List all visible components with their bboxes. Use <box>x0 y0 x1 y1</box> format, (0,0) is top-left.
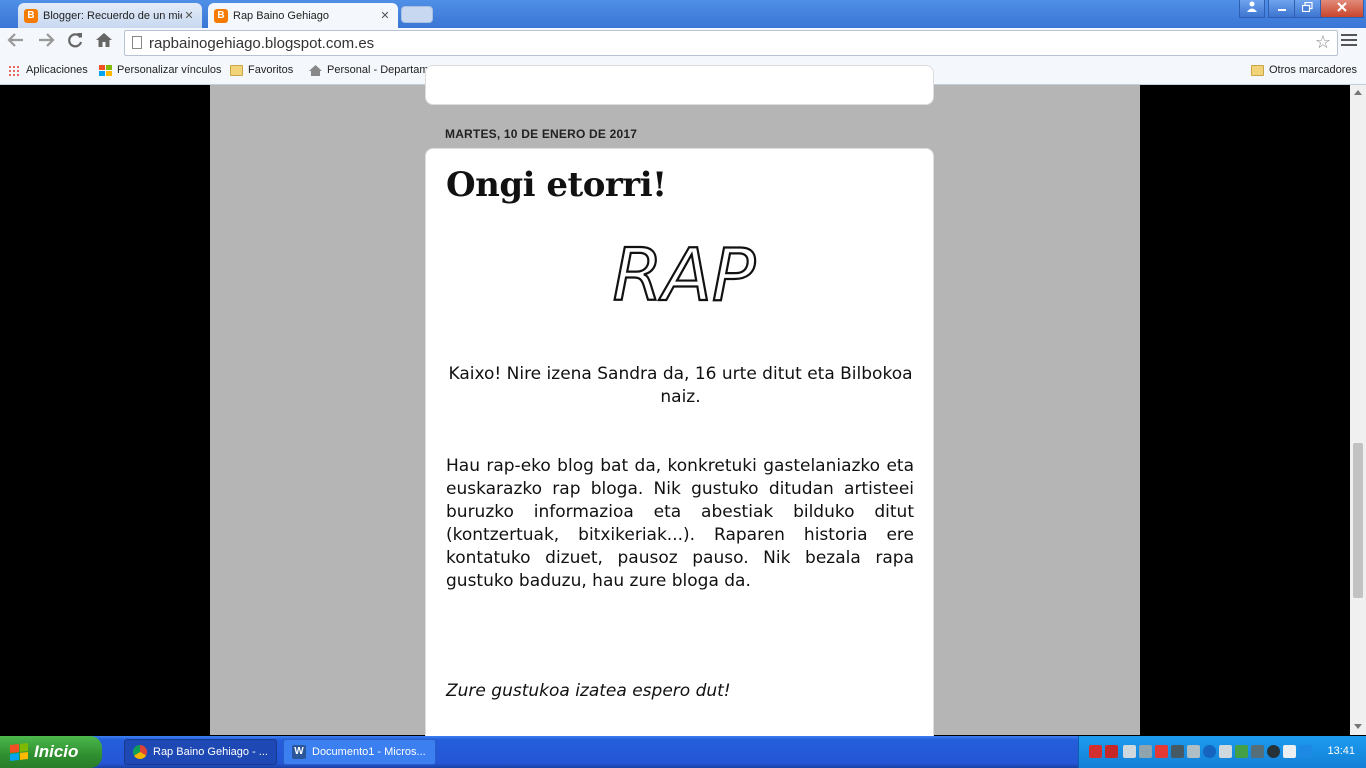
blog-main-column: MARTES, 10 DE ENERO DE 2017 Ongi etorri!… <box>210 65 1140 768</box>
user-icon <box>1247 1 1257 12</box>
reload-icon <box>68 33 83 48</box>
antivirus-icon[interactable] <box>1089 745 1102 758</box>
security-icon[interactable] <box>1155 745 1168 758</box>
bookmark-label: Personalizar vínculos <box>117 64 222 76</box>
close-tab-icon[interactable]: ✕ <box>182 9 196 22</box>
network-icon[interactable] <box>1123 745 1136 758</box>
menu-line <box>1341 44 1357 46</box>
bookmark-personal-departament[interactable]: Personal - Departament <box>309 64 444 76</box>
url-text[interactable]: rapbainogehiago.blogspot.com.es <box>149 35 374 52</box>
scroll-up-arrow-icon[interactable] <box>1354 90 1362 95</box>
rap-handwritten-image: RAP <box>612 232 757 318</box>
minimize-button[interactable] <box>1268 0 1295 18</box>
search-icon[interactable] <box>1187 745 1200 758</box>
arrow-right-icon <box>39 33 55 47</box>
bookmark-otros-marcadores[interactable]: Otros marcadores <box>1251 64 1357 76</box>
post-date-header: MARTES, 10 DE ENERO DE 2017 <box>445 127 638 141</box>
start-label: Inicio <box>34 742 79 761</box>
tab-title: Rap Baino Gehiago <box>233 9 330 22</box>
scroll-down-arrow-icon[interactable] <box>1354 724 1362 729</box>
scrollbar-thumb[interactable] <box>1353 443 1363 598</box>
blogger-icon: B <box>24 8 38 23</box>
browser-titlebar: B Blogger: Recuerdo de un mie ✕ B Rap Ba… <box>0 0 1366 28</box>
messenger-icon[interactable] <box>1299 745 1312 758</box>
windows-icon <box>99 64 112 76</box>
forward-button[interactable] <box>34 31 58 55</box>
home-icon <box>96 33 112 47</box>
blog-post: Ongi etorri! RAP Kaixo! Nire izena Sandr… <box>425 148 934 768</box>
rap-art-text: RAP <box>613 233 756 317</box>
start-button[interactable]: Inicio <box>0 736 102 768</box>
bluetooth-icon[interactable] <box>1203 745 1216 758</box>
taskbar-clock[interactable]: 13:41 <box>1327 745 1355 757</box>
taskbar-item-word[interactable]: W Documento1 - Micros... <box>283 739 436 765</box>
restore-icon <box>1301 1 1313 13</box>
apps-grid-icon <box>8 64 21 76</box>
windows-taskbar: Inicio Rap Baino Gehiago - ... W Documen… <box>0 736 1366 768</box>
ati-icon[interactable] <box>1105 745 1118 758</box>
blogger-icon: B <box>214 8 228 23</box>
post-closing: Zure gustukoa izatea espero dut! <box>446 681 731 701</box>
house-icon <box>309 64 322 76</box>
printer-icon[interactable] <box>1283 745 1296 758</box>
bookmark-star-icon[interactable]: ☆ <box>1315 32 1331 53</box>
ocr-icon[interactable] <box>1251 745 1264 758</box>
taskbar-item-chrome[interactable]: Rap Baino Gehiago - ... <box>124 739 277 765</box>
post-body: Hau rap-eko blog bat da, konkretuki gast… <box>446 456 914 591</box>
tab-blogger[interactable]: B Blogger: Recuerdo de un mie ✕ <box>18 3 202 28</box>
volume-icon[interactable] <box>1139 745 1152 758</box>
address-bar[interactable]: rapbainogehiago.blogspot.com.es ☆ <box>124 30 1338 56</box>
word-icon: W <box>292 745 306 759</box>
tab-title: Blogger: Recuerdo de un mie <box>43 9 182 22</box>
new-tab-button[interactable] <box>401 6 433 23</box>
reload-button[interactable] <box>63 31 87 55</box>
display-icon[interactable] <box>1171 745 1184 758</box>
arrow-left-icon <box>7 33 23 47</box>
user-profile-button[interactable] <box>1239 0 1265 18</box>
previous-post-bottom <box>425 65 934 105</box>
bookmark-personalizar-vinculos[interactable]: Personalizar vínculos <box>99 64 222 76</box>
menu-line <box>1341 39 1357 41</box>
back-button[interactable] <box>4 31 28 55</box>
close-window-button[interactable] <box>1320 0 1364 18</box>
bookmark-aplicaciones[interactable]: Aplicaciones <box>8 64 88 76</box>
minimize-icon <box>1277 9 1286 11</box>
update-icon[interactable] <box>1235 745 1248 758</box>
bookmark-label: Aplicaciones <box>26 64 88 76</box>
system-tray: 13:41 <box>1078 736 1366 768</box>
post-intro: Kaixo! Nire izena Sandra da, 16 urte dit… <box>448 364 913 407</box>
close-tab-icon[interactable]: ✕ <box>378 9 392 22</box>
chrome-icon <box>133 745 147 759</box>
close-icon <box>1337 2 1347 12</box>
task-label: Documento1 - Micros... <box>312 746 426 758</box>
menu-line <box>1341 34 1357 36</box>
bookmark-label: Favoritos <box>248 64 294 76</box>
globe-icon[interactable] <box>1267 745 1280 758</box>
post-title[interactable]: Ongi etorri! <box>446 165 667 205</box>
chrome-menu-button[interactable] <box>1341 34 1357 49</box>
folder-icon <box>1251 64 1264 76</box>
page-icon <box>132 36 142 49</box>
web-page: MARTES, 10 DE ENERO DE 2017 Ongi etorri!… <box>0 65 1366 768</box>
folder-icon <box>230 64 243 76</box>
tab-rap-baino-gehiago[interactable]: B Rap Baino Gehiago ✕ <box>208 3 398 28</box>
windows-flag-icon <box>10 743 28 761</box>
usb-icon[interactable] <box>1219 745 1232 758</box>
page-scrollbar[interactable] <box>1350 85 1366 735</box>
bookmark-favoritos[interactable]: Favoritos <box>230 64 293 76</box>
bookmark-label: Otros marcadores <box>1269 64 1358 76</box>
home-button[interactable] <box>92 31 116 55</box>
restore-button[interactable] <box>1294 0 1321 18</box>
task-label: Rap Baino Gehiago - ... <box>153 746 268 758</box>
